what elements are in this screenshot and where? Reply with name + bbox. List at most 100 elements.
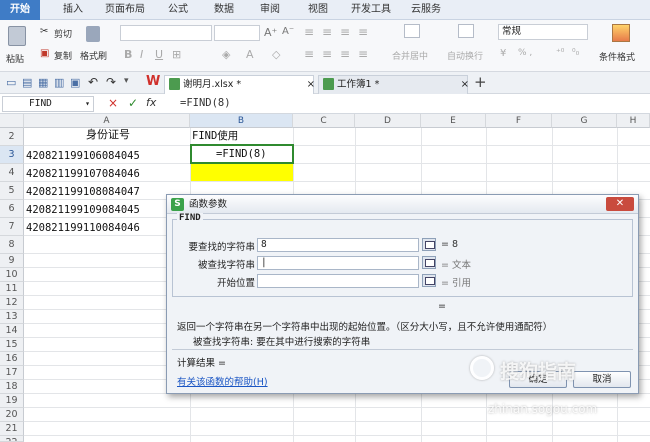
function-help-link[interactable]: 有关该函数的帮助(H) — [177, 374, 268, 388]
row-header[interactable]: 11 — [0, 282, 24, 296]
cell-a7[interactable]: 420821199110084046 — [26, 219, 140, 237]
row-header[interactable]: 3 — [0, 146, 24, 164]
tab-developer[interactable]: 开发工具 — [345, 0, 397, 20]
dropdown-icon[interactable]: ▾ — [124, 76, 129, 86]
decimal-increase-icon[interactable]: ⁺⁰ — [556, 48, 564, 58]
within-text-input[interactable]: | — [257, 256, 419, 270]
close-tab-icon[interactable]: × — [461, 76, 469, 93]
column-header-e[interactable]: E — [421, 114, 486, 128]
cancel-formula-icon[interactable]: × — [108, 96, 118, 110]
row-header[interactable]: 7 — [0, 218, 24, 236]
row-header[interactable]: 8 — [0, 236, 24, 254]
fill-color-icon[interactable]: ◈ — [222, 48, 230, 61]
cell-a3[interactable]: 420821199106084045 — [26, 147, 140, 165]
tab-home[interactable]: 开始 — [0, 0, 40, 20]
highlighted-cell-b4[interactable] — [191, 164, 293, 181]
start-num-input[interactable] — [257, 274, 419, 288]
range-select-icon[interactable] — [422, 274, 436, 287]
column-header-f[interactable]: F — [486, 114, 552, 128]
export-icon[interactable]: ▣ — [70, 76, 80, 89]
insert-function-button[interactable]: fx — [146, 96, 156, 109]
row-header[interactable]: 16 — [0, 352, 24, 366]
font-color-icon[interactable]: A — [246, 48, 254, 61]
row-header[interactable]: 6 — [0, 200, 24, 218]
clear-icon[interactable]: ◇ — [272, 48, 280, 61]
row-header[interactable]: 20 — [0, 408, 24, 422]
column-header-b[interactable]: B — [190, 114, 293, 128]
align-center-icon[interactable]: ≡ — [322, 47, 332, 61]
cell-a6[interactable]: 420821199109084045 — [26, 201, 140, 219]
orientation-icon[interactable]: ≡ — [358, 25, 368, 39]
format-painter-button[interactable]: 格式刷 — [80, 49, 107, 62]
column-header-d[interactable]: D — [355, 114, 421, 128]
column-header-g[interactable]: G — [552, 114, 617, 128]
row-header[interactable]: 21 — [0, 422, 24, 436]
font-size-select[interactable] — [214, 25, 260, 41]
tab-view[interactable]: 视图 — [300, 0, 336, 20]
align-middle-icon[interactable]: ≡ — [322, 25, 332, 39]
tab-page-layout[interactable]: 页面布局 — [100, 0, 150, 20]
row-header[interactable]: 9 — [0, 254, 24, 268]
decimal-decrease-icon[interactable]: ⁰₀ — [572, 48, 579, 58]
number-format-select[interactable]: 常规 — [498, 24, 588, 40]
tab-insert[interactable]: 插入 — [52, 0, 94, 20]
close-tab-icon[interactable]: × — [307, 76, 315, 93]
bold-icon[interactable]: B — [124, 48, 132, 61]
font-grow-icon[interactable]: A⁺ — [264, 26, 277, 39]
cell-a4[interactable]: 420821199107084046 — [26, 165, 140, 183]
row-header[interactable]: 10 — [0, 268, 24, 282]
save-icon[interactable]: ▤ — [22, 76, 32, 89]
copy-button[interactable]: 复制 — [54, 49, 72, 62]
close-icon[interactable]: ✕ — [606, 197, 634, 211]
column-header-c[interactable]: C — [293, 114, 355, 128]
tab-formulas[interactable]: 公式 — [160, 0, 196, 20]
justify-icon[interactable]: ≡ — [358, 47, 368, 61]
cell-b2[interactable]: FIND使用 — [192, 127, 238, 145]
underline-icon[interactable]: U — [155, 48, 163, 61]
dialog-titlebar[interactable]: S 函数参数 ✕ — [167, 195, 638, 214]
confirm-formula-icon[interactable]: ✓ — [128, 96, 138, 110]
tab-data[interactable]: 数据 — [206, 0, 242, 20]
row-header[interactable]: 18 — [0, 380, 24, 394]
paste-icon[interactable] — [8, 26, 26, 46]
undo-icon[interactable]: ↶ — [88, 75, 98, 89]
name-box[interactable]: FIND ▾ — [2, 96, 94, 112]
merge-center-button[interactable]: 合并居中 — [392, 49, 428, 62]
italic-icon[interactable]: I — [140, 48, 143, 61]
formula-input[interactable]: =FIND(8) — [180, 97, 231, 109]
tab-review[interactable]: 审阅 — [252, 0, 288, 20]
row-header[interactable]: 4 — [0, 164, 24, 182]
percent-button[interactable]: % , — [518, 48, 532, 58]
row-header[interactable]: 5 — [0, 182, 24, 200]
tab-cloud[interactable]: 云服务 — [405, 0, 447, 20]
row-header[interactable]: 22 — [0, 436, 24, 442]
doc-tab-inactive[interactable]: 工作簿1 * × — [318, 75, 469, 94]
font-shrink-icon[interactable]: A⁻ — [282, 26, 294, 37]
new-tab-icon[interactable]: + — [474, 73, 487, 91]
paste-button[interactable]: 粘贴 — [6, 52, 24, 65]
find-text-input[interactable]: 8 — [257, 238, 419, 252]
cell-a5[interactable]: 420821199108084047 — [26, 183, 140, 201]
conditional-format-button[interactable]: 条件格式 — [599, 50, 635, 63]
border-icon[interactable]: ⊞ — [172, 48, 181, 61]
row-header[interactable]: 12 — [0, 296, 24, 310]
range-select-icon[interactable] — [422, 256, 436, 269]
print-preview-icon[interactable]: ▥ — [54, 76, 64, 89]
currency-icon[interactable]: ¥ — [500, 48, 506, 59]
cancel-button[interactable]: 取消 — [573, 371, 631, 388]
row-header[interactable]: 15 — [0, 338, 24, 352]
range-select-icon[interactable] — [422, 238, 436, 251]
active-cell-b3[interactable]: =FIND(8) — [190, 144, 294, 164]
row-header[interactable]: 14 — [0, 324, 24, 338]
column-header-h[interactable]: H — [617, 114, 650, 128]
cell-a2[interactable]: 身份证号 — [86, 126, 130, 144]
row-header[interactable]: 2 — [0, 128, 24, 146]
menu-icon[interactable]: ▭ — [6, 76, 16, 89]
row-header[interactable]: 17 — [0, 366, 24, 380]
redo-icon[interactable]: ↷ — [106, 75, 116, 89]
align-right-icon[interactable]: ≡ — [340, 47, 350, 61]
wrap-text-button[interactable]: 自动换行 — [447, 49, 483, 62]
select-all-corner[interactable] — [0, 114, 24, 128]
align-left-icon[interactable]: ≡ — [304, 47, 314, 61]
doc-tab-active[interactable]: 谢明月.xlsx * × — [164, 75, 315, 94]
